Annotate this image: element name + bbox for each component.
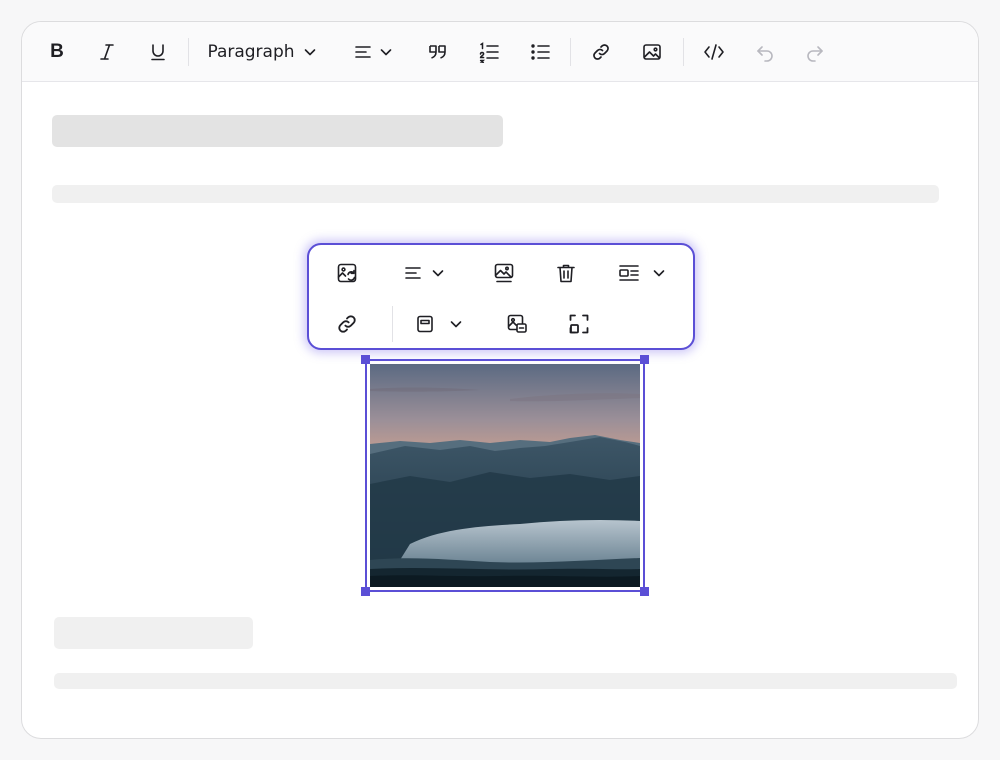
italic-icon xyxy=(100,44,114,60)
link-button[interactable] xyxy=(585,34,617,70)
editor-content[interactable] xyxy=(22,82,978,738)
ordered-list-button[interactable] xyxy=(473,34,505,70)
align-select[interactable] xyxy=(348,34,398,70)
redo-button[interactable] xyxy=(799,34,831,70)
quote-button[interactable] xyxy=(422,34,454,70)
redo-icon xyxy=(807,46,823,62)
block-type-label: Paragraph xyxy=(207,42,295,62)
align-left-icon xyxy=(355,46,371,58)
chevron-down-icon xyxy=(432,270,444,277)
underline-icon xyxy=(151,44,165,61)
delete-image-button[interactable] xyxy=(548,255,584,291)
resize-handle-bottom-left[interactable] xyxy=(361,587,370,596)
image-alt-text-button[interactable] xyxy=(499,306,535,342)
align-left-icon xyxy=(405,267,421,279)
underline-button[interactable] xyxy=(143,34,173,70)
image-caption-button[interactable] xyxy=(486,255,522,291)
image-toolbar xyxy=(307,243,695,350)
replace-image-button[interactable] xyxy=(329,255,365,291)
italic-button[interactable] xyxy=(92,34,122,70)
block-type-select[interactable]: Paragraph xyxy=(202,34,322,70)
insert-image-button[interactable] xyxy=(636,34,668,70)
selected-image[interactable] xyxy=(361,355,649,596)
image-icon xyxy=(643,44,661,60)
placeholder-heading xyxy=(54,617,253,649)
text-wrap-icon xyxy=(619,265,639,281)
replace-image-icon xyxy=(337,263,357,283)
resize-handle-bottom-right[interactable] xyxy=(640,587,649,596)
placeholder-line xyxy=(54,673,957,689)
editor-toolbar: B Paragraph xyxy=(22,22,978,82)
placeholder-heading xyxy=(52,115,503,147)
link-icon xyxy=(593,44,609,60)
image-size-select[interactable] xyxy=(409,306,469,342)
mountain-landscape-photo xyxy=(370,364,640,587)
image-alt-icon xyxy=(507,314,527,333)
toolbar-divider xyxy=(683,38,684,66)
link-icon xyxy=(338,315,356,333)
rich-text-editor: B Paragraph xyxy=(21,21,979,739)
toolbar-divider xyxy=(570,38,571,66)
toolbar-divider xyxy=(392,306,393,342)
chevron-down-icon xyxy=(450,321,462,328)
ordered-list-icon xyxy=(479,42,499,63)
bold-button[interactable]: B xyxy=(42,34,72,70)
undo-icon xyxy=(757,46,773,62)
bold-icon: B xyxy=(50,41,64,62)
chevron-down-icon xyxy=(304,49,315,56)
resize-handle-top-left[interactable] xyxy=(361,355,370,364)
toolbar-divider xyxy=(188,38,189,66)
resize-icon xyxy=(569,314,589,334)
image-caption-icon xyxy=(494,263,514,283)
placeholder-line xyxy=(52,185,939,203)
code-icon xyxy=(704,44,724,60)
chevron-down-icon xyxy=(653,270,665,277)
resize-image-button[interactable] xyxy=(561,306,597,342)
image-link-button[interactable] xyxy=(329,306,365,342)
image-align-select[interactable] xyxy=(397,255,451,291)
resize-handle-top-right[interactable] xyxy=(640,355,649,364)
bullet-list-icon xyxy=(531,44,550,60)
chevron-down-icon xyxy=(380,49,392,56)
image-size-icon xyxy=(417,315,433,333)
trash-icon xyxy=(557,264,575,283)
quote-icon xyxy=(429,45,446,59)
code-button[interactable] xyxy=(698,34,730,70)
bullet-list-button[interactable] xyxy=(524,34,556,70)
text-wrap-select[interactable] xyxy=(612,255,672,291)
undo-button[interactable] xyxy=(749,34,781,70)
